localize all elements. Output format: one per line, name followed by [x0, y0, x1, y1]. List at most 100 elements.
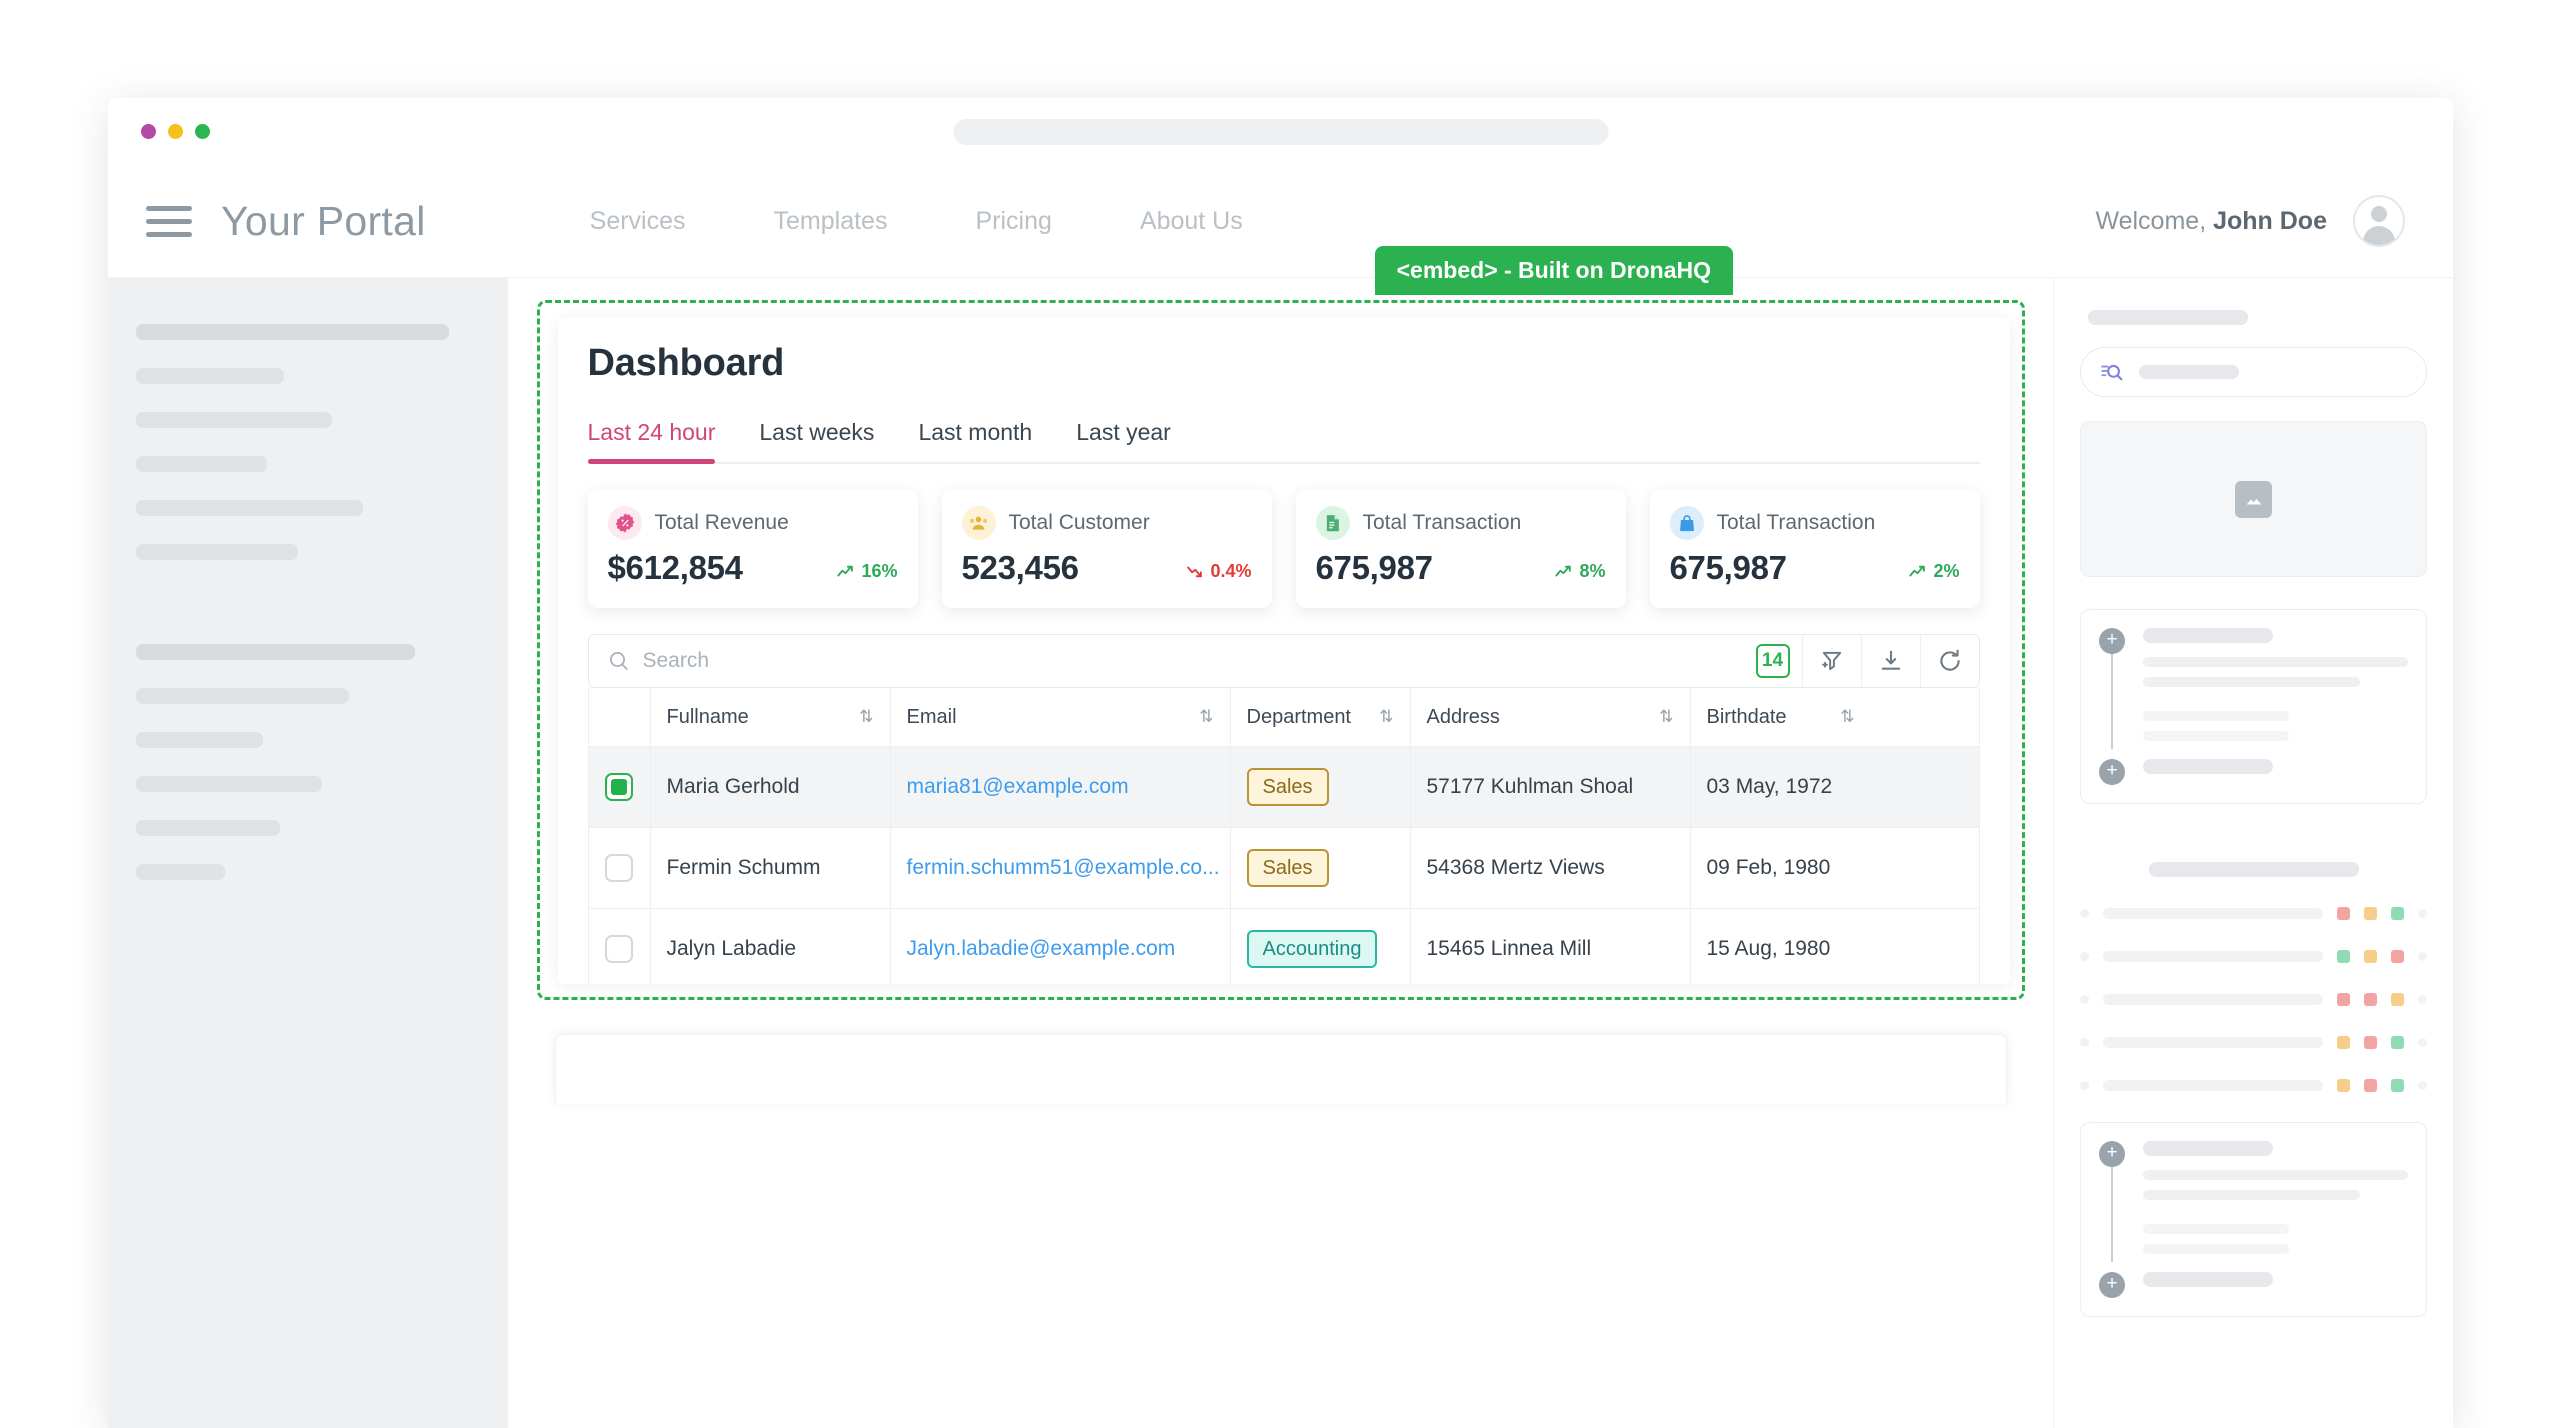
skeleton-bar — [2143, 657, 2408, 667]
table-row[interactable]: Maria Gerhold maria81@example.com Sales … — [588, 747, 1979, 828]
nav-link-templates[interactable]: Templates — [730, 207, 932, 236]
stat-delta: 0.4% — [1185, 561, 1252, 587]
time-range-tabs: Last 24 hour Last weeks Last month Last … — [587, 419, 1980, 464]
filter-search-icon — [2099, 359, 2125, 385]
address-bar[interactable] — [953, 118, 1608, 145]
stat-label: Total Transaction — [1362, 511, 1522, 534]
trend-up-icon — [1909, 565, 1926, 577]
email-link[interactable]: maria81@example.com — [907, 775, 1129, 799]
column-header-birthdate[interactable]: Birthdate ⇅ — [1691, 688, 1871, 746]
skeleton-bar — [136, 456, 267, 472]
skeleton-bar — [2143, 677, 2361, 687]
table-row[interactable]: Jalyn Labadie Jalyn.labadie@example.com … — [589, 909, 1979, 984]
color-swatch — [2391, 907, 2404, 920]
embed-frame: Dashboard Last 24 hour Last weeks Last m… — [536, 300, 2025, 1000]
refresh-icon[interactable] — [1919, 635, 1979, 687]
minimize-window-dot[interactable] — [168, 124, 183, 139]
search-icon — [607, 649, 631, 673]
sort-updown-icon[interactable]: ⇅ — [1379, 707, 1393, 727]
cell-department: Accounting — [1231, 909, 1411, 984]
image-placeholder-icon — [2235, 480, 2272, 518]
sort-updown-icon[interactable]: ⇅ — [1840, 707, 1854, 727]
tab-last-24-hour[interactable]: Last 24 hour — [587, 419, 738, 464]
window-controls[interactable] — [141, 124, 210, 139]
trend-up-icon — [1555, 565, 1572, 577]
stat-delta-value: 2% — [1933, 561, 1960, 581]
cell-address: 57177 Kuhlman Shoal — [1411, 747, 1691, 827]
plus-circle-icon[interactable]: + — [2099, 759, 2125, 785]
stat-value: $612,854 — [607, 549, 744, 586]
timeline-item: + — [2099, 759, 2408, 785]
row-checkbox[interactable] — [605, 935, 633, 963]
plus-circle-icon[interactable]: + — [2099, 1272, 2125, 1298]
tab-last-year[interactable]: Last year — [1054, 419, 1193, 462]
plus-circle-icon[interactable]: + — [2099, 1141, 2125, 1167]
tab-last-weeks[interactable]: Last weeks — [737, 419, 896, 462]
column-header-department[interactable]: Department ⇅ — [1231, 688, 1411, 746]
color-swatch — [2391, 1036, 2404, 1049]
skeleton-bar — [2143, 1141, 2273, 1156]
avatar[interactable] — [2353, 195, 2405, 247]
color-swatch — [2391, 950, 2404, 963]
search-input[interactable] — [642, 649, 1756, 673]
sort-updown-icon[interactable]: ⇅ — [1659, 707, 1673, 727]
skeleton-bar — [2143, 1272, 2273, 1287]
record-count-badge[interactable]: 14 — [1755, 644, 1790, 678]
select-all-cell[interactable] — [589, 688, 651, 746]
row-select-cell[interactable] — [589, 747, 651, 827]
plus-circle-icon[interactable]: + — [2099, 628, 2125, 654]
cell-birthdate: 03 May, 1972 — [1706, 775, 1833, 798]
browser-titlebar — [108, 98, 2453, 165]
skeleton-title — [2088, 310, 2248, 325]
color-swatch — [2391, 993, 2404, 1006]
shopping-bag-icon — [1669, 506, 1704, 540]
row-checkbox[interactable] — [605, 854, 633, 882]
table-row[interactable]: Fermin Schumm fermin.schumm51@example.co… — [588, 828, 1979, 909]
stat-card-total-transaction-1: Total Transaction 675,987 8% — [1295, 490, 1626, 608]
color-swatch — [2337, 907, 2350, 920]
close-window-dot[interactable] — [141, 124, 156, 139]
stat-delta-value: 0.4% — [1210, 561, 1252, 581]
cell-address: 15465 Linnea Mill — [1411, 909, 1691, 984]
email-link[interactable]: Jalyn.labadie@example.com — [907, 937, 1176, 961]
column-header-fullname[interactable]: Fullname ⇅ — [651, 688, 891, 746]
column-label: Department — [1246, 705, 1352, 728]
timeline-body — [2143, 1272, 2408, 1298]
color-swatch — [2364, 950, 2377, 963]
hamburger-icon[interactable] — [146, 205, 192, 237]
skeleton-bar — [136, 864, 226, 880]
sort-updown-icon[interactable]: ⇅ — [1199, 707, 1213, 727]
nav-link-services[interactable]: Services — [546, 207, 730, 236]
document-icon — [1315, 506, 1350, 540]
cell-email[interactable]: maria81@example.com — [891, 747, 1231, 827]
column-label: Email — [906, 705, 957, 728]
browser-window: Your Portal Services Templates Pricing A… — [108, 98, 2453, 1428]
sidebar-search-field[interactable] — [2080, 347, 2427, 397]
data-table: Fullname ⇅ Email ⇅ Department ⇅ Address … — [587, 688, 1980, 984]
cell-email[interactable]: fermin.schumm51@example.co... — [891, 828, 1231, 908]
nav-link-pricing[interactable]: Pricing — [931, 207, 1095, 236]
email-link[interactable]: fermin.schumm51@example.co... — [907, 856, 1220, 880]
stat-value: 523,456 — [961, 549, 1079, 586]
row-select-cell[interactable] — [589, 909, 651, 984]
nav-link-about-us[interactable]: About Us — [1096, 207, 1287, 236]
row-checkbox[interactable] — [605, 773, 633, 801]
column-header-email[interactable]: Email ⇅ — [891, 688, 1231, 746]
column-header-address[interactable]: Address ⇅ — [1411, 688, 1691, 746]
skeleton-bar — [136, 412, 333, 428]
sort-updown-icon[interactable]: ⇅ — [859, 707, 873, 727]
maximize-window-dot[interactable] — [195, 124, 210, 139]
tab-last-month[interactable]: Last month — [896, 419, 1054, 462]
row-select-cell[interactable] — [589, 828, 651, 908]
skeleton-bar — [136, 324, 450, 340]
stat-card-total-customer: Total Customer 523,456 0.4% — [941, 490, 1272, 608]
skeleton-bar — [136, 688, 350, 704]
trailing-dot — [2418, 952, 2427, 961]
welcome-prefix: Welcome, — [2095, 206, 2207, 235]
color-swatch — [2391, 1079, 2404, 1092]
stat-cards: Total Revenue $612,854 16% Total Custome… — [587, 490, 1980, 608]
download-icon[interactable] — [1860, 635, 1920, 687]
stat-label: Total Revenue — [654, 511, 789, 534]
cell-email[interactable]: Jalyn.labadie@example.com — [891, 909, 1231, 984]
filter-add-icon[interactable] — [1801, 635, 1861, 687]
